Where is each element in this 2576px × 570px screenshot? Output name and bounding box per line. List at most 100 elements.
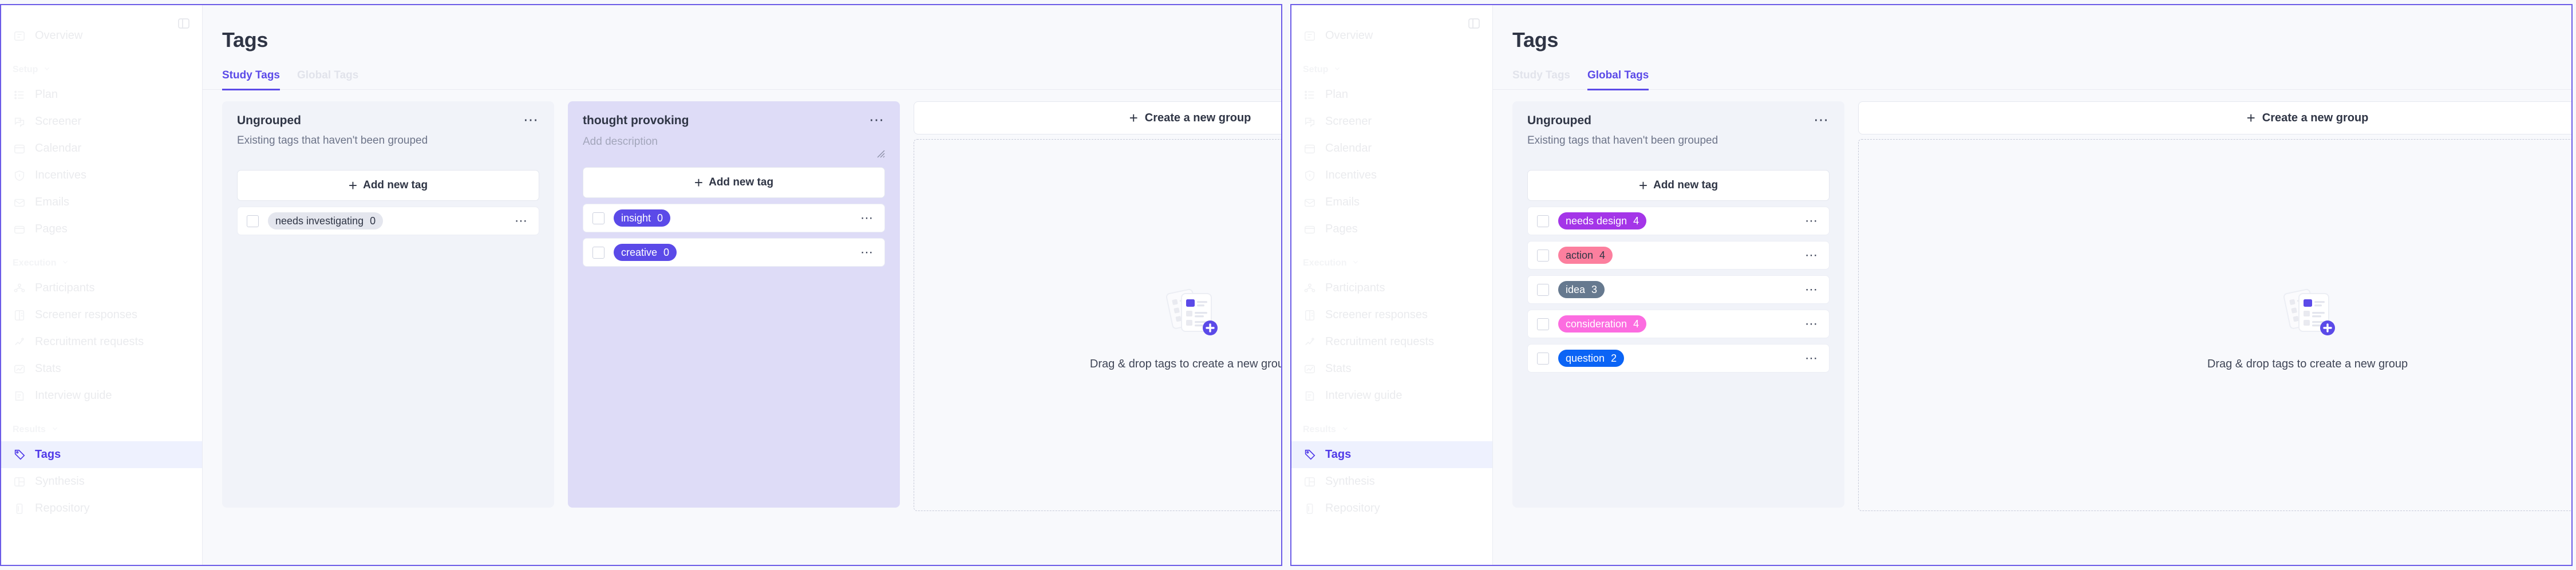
sidebar-item-repository[interactable]: Repository <box>1 495 202 522</box>
sidebar-item-calendar[interactable]: Calendar <box>1291 135 1492 162</box>
tag-pill[interactable]: insight 0 <box>614 209 671 227</box>
tag-pill[interactable]: idea 3 <box>1558 281 1605 298</box>
plus-icon: + <box>1638 177 1648 194</box>
more-options-icon[interactable]: ⋯ <box>860 212 874 224</box>
tag-pill[interactable]: action 4 <box>1558 247 1613 264</box>
sidebar-item-interview-guide[interactable]: Interview guide <box>1 382 202 409</box>
add-new-tag-button[interactable]: + Add new tag <box>583 167 885 198</box>
tag-pill[interactable]: needs design 4 <box>1558 212 1647 229</box>
sidebar-group-execution[interactable]: Execution <box>1291 252 1492 275</box>
more-options-icon[interactable]: ⋯ <box>1814 112 1830 127</box>
repository-icon <box>1303 502 1317 516</box>
tag-checkbox[interactable] <box>1537 283 1549 296</box>
tag-row[interactable]: needs design 4 ⋯ <box>1527 207 1830 235</box>
more-options-icon[interactable]: ⋯ <box>1805 318 1819 330</box>
incentives-icon <box>13 169 26 183</box>
add-new-tag-button[interactable]: + Add new tag <box>237 170 539 201</box>
sidebar-group-execution[interactable]: Execution <box>1 252 202 275</box>
more-options-icon[interactable]: ⋯ <box>1805 283 1819 296</box>
tag-checkbox[interactable] <box>1537 318 1549 330</box>
plan-icon <box>13 88 26 102</box>
tab-global-tags[interactable]: Global Tags <box>1587 69 1649 90</box>
tag-pill[interactable]: needs investigating 0 <box>268 212 384 229</box>
sidebar-item-overview[interactable]: Overview <box>1 22 202 49</box>
sidebar-item-synthesis[interactable]: Synthesis <box>1291 468 1492 495</box>
group-description-input[interactable]: Add description <box>583 136 689 148</box>
more-options-icon[interactable]: ⋯ <box>869 112 885 127</box>
sidebar-item-stats[interactable]: Stats <box>1 355 202 382</box>
tag-checkbox[interactable] <box>1537 352 1549 365</box>
sidebar-group-results[interactable]: Results <box>1291 418 1492 441</box>
sidebar-item-label: Tags <box>35 448 61 461</box>
tag-checkbox[interactable] <box>592 212 605 224</box>
pages-icon <box>1303 223 1317 236</box>
tag-row[interactable]: insight 0 ⋯ <box>583 204 885 232</box>
sidebar-item-stats[interactable]: Stats <box>1291 355 1492 382</box>
tag-row[interactable]: idea 3 ⋯ <box>1527 275 1830 304</box>
tag-checkbox[interactable] <box>247 215 259 227</box>
sidebar: Overview Setup Plan Screener Calendar In… <box>1291 5 1493 565</box>
sidebar-item-screener-responses[interactable]: Screener responses <box>1 302 202 328</box>
tab-global-tags[interactable]: Global Tags <box>297 69 358 90</box>
sidebar-item-label: Interview guide <box>35 389 112 402</box>
tag-row[interactable]: question 2 ⋯ <box>1527 344 1830 373</box>
more-options-icon[interactable]: ⋯ <box>1805 215 1819 227</box>
sidebar-item-repository[interactable]: Repository <box>1291 495 1492 522</box>
add-new-tag-button[interactable]: + Add new tag <box>1527 170 1830 201</box>
tag-dropzone[interactable]: Drag & drop tags to create a new group <box>1858 139 2571 511</box>
sidebar-item-tags[interactable]: Tags <box>1 441 202 468</box>
sidebar-item-tags[interactable]: Tags <box>1291 441 1492 468</box>
tag-row[interactable]: creative 0 ⋯ <box>583 238 885 267</box>
more-options-icon[interactable]: ⋯ <box>1805 249 1819 262</box>
more-options-icon[interactable]: ⋯ <box>515 215 528 227</box>
sidebar-item-pages[interactable]: Pages <box>1 216 202 243</box>
sidebar-group-results[interactable]: Results <box>1 418 202 441</box>
sidebar-item-plan[interactable]: Plan <box>1 81 202 108</box>
create-new-group-button[interactable]: + Create a new group <box>914 101 1281 134</box>
tag-checkbox[interactable] <box>1537 249 1549 262</box>
tag-row[interactable]: consideration 4 ⋯ <box>1527 310 1830 338</box>
add-new-tag-label: Add new tag <box>1653 179 1718 191</box>
sidebar-item-recruitment-requests[interactable]: Recruitment requests <box>1 328 202 355</box>
tag-row[interactable]: needs investigating 0 ⋯ <box>237 207 539 235</box>
tag-row[interactable]: action 4 ⋯ <box>1527 241 1830 270</box>
sidebar-item-screener[interactable]: Screener <box>1 108 202 135</box>
sidebar-item-pages[interactable]: Pages <box>1291 216 1492 243</box>
create-new-group-button[interactable]: + Create a new group <box>1858 101 2571 134</box>
resize-grip-icon[interactable] <box>875 148 885 158</box>
sidebar-item-interview-guide[interactable]: Interview guide <box>1291 382 1492 409</box>
tag-checkbox[interactable] <box>1537 215 1549 227</box>
sidebar-group-setup[interactable]: Setup <box>1291 58 1492 81</box>
tag-checkbox[interactable] <box>592 246 605 259</box>
sidebar-group-setup[interactable]: Setup <box>1 58 202 81</box>
sidebar-item-incentives[interactable]: Incentives <box>1 162 202 189</box>
tag-pill[interactable]: creative 0 <box>614 244 677 261</box>
tag-dropzone[interactable]: Drag & drop tags to create a new group <box>914 139 1281 511</box>
sidebar-item-synthesis[interactable]: Synthesis <box>1 468 202 495</box>
sidebar-item-overview[interactable]: Overview <box>1291 22 1492 49</box>
stats-icon <box>1303 362 1317 376</box>
sidebar-item-screener-responses[interactable]: Screener responses <box>1291 302 1492 328</box>
sidebar-item-screener[interactable]: Screener <box>1291 108 1492 135</box>
tag-label: action <box>1566 249 1594 261</box>
more-options-icon[interactable]: ⋯ <box>1805 352 1819 365</box>
sidebar-item-plan[interactable]: Plan <box>1291 81 1492 108</box>
tag-pill[interactable]: consideration 4 <box>1558 315 1647 332</box>
sidebar-item-participants[interactable]: Participants <box>1291 275 1492 302</box>
stats-icon <box>13 362 26 376</box>
sidebar-item-recruitment-requests[interactable]: Recruitment requests <box>1291 328 1492 355</box>
more-options-icon[interactable]: ⋯ <box>860 246 874 259</box>
sidebar-item-participants[interactable]: Participants <box>1 275 202 302</box>
more-options-icon[interactable]: ⋯ <box>523 112 539 127</box>
pages-icon <box>13 223 26 236</box>
sidebar-group-label: Execution <box>1303 258 1347 268</box>
sidebar-item-emails[interactable]: Emails <box>1 189 202 216</box>
tab-study-tags[interactable]: Study Tags <box>222 69 280 90</box>
tag-pill[interactable]: question 2 <box>1558 350 1625 367</box>
tab-study-tags[interactable]: Study Tags <box>1512 69 1570 90</box>
sidebar-item-calendar[interactable]: Calendar <box>1 135 202 162</box>
sidebar-item-label: Participants <box>1325 282 1385 294</box>
chevron-down-icon <box>1341 425 1349 436</box>
sidebar-item-emails[interactable]: Emails <box>1291 189 1492 216</box>
sidebar-item-incentives[interactable]: Incentives <box>1291 162 1492 189</box>
